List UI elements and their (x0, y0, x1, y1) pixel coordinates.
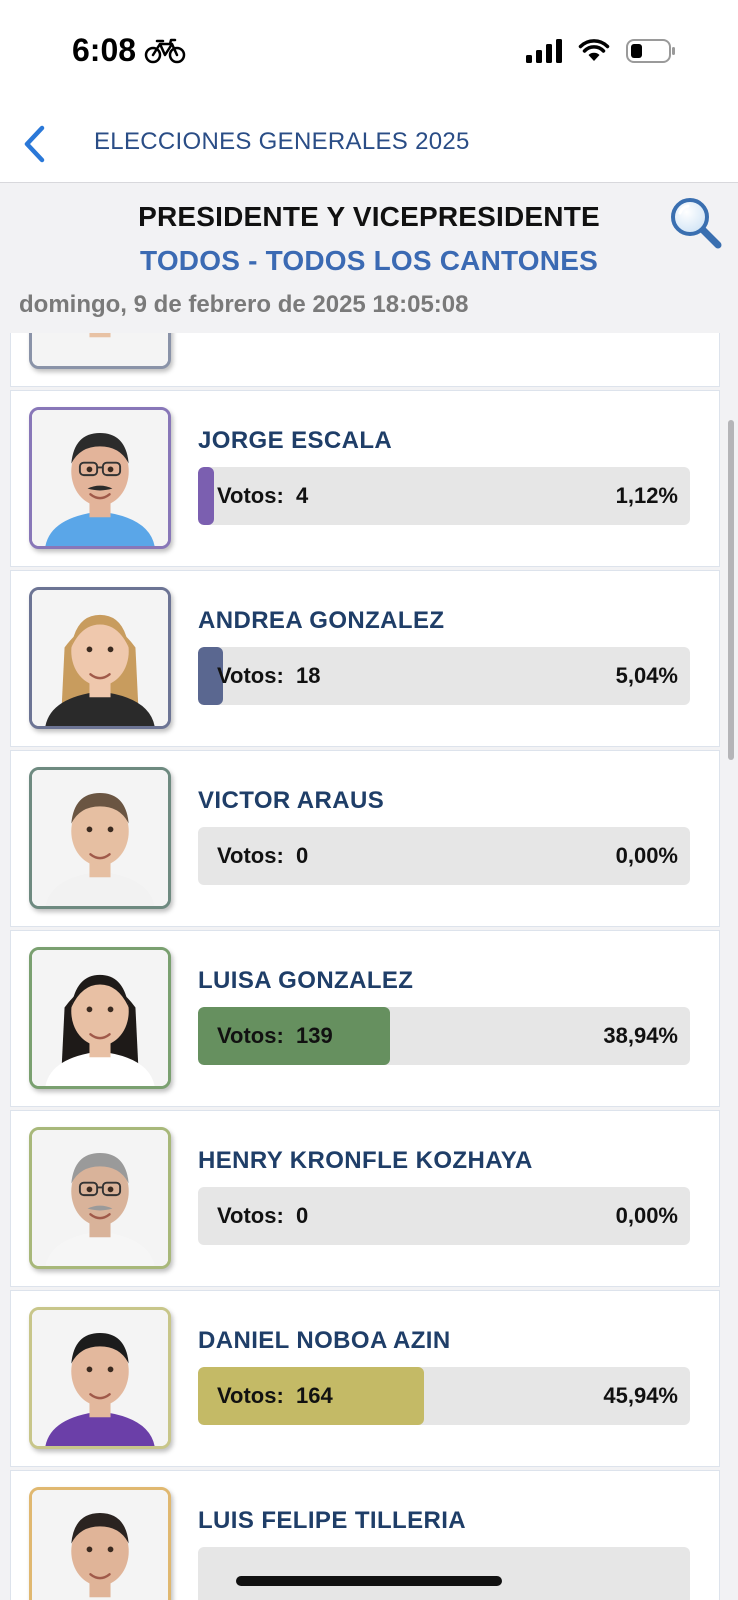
wifi-icon (578, 39, 610, 61)
home-indicator[interactable] (236, 1576, 502, 1586)
battery-icon (626, 39, 675, 63)
vote-bar (198, 1547, 690, 1600)
search-icon (671, 198, 722, 249)
votes-label: Votos: (217, 1023, 284, 1048)
vote-bar: Votos: 18 5,04% (198, 647, 690, 705)
candidate-name: LUISA GONZALEZ (198, 967, 414, 994)
vote-bar: Votos: 139 38,94% (198, 1007, 690, 1065)
cellular-signal-icon (526, 39, 562, 63)
candidate-name: LUIS FELIPE TILLERIA (198, 1507, 467, 1534)
vote-percentage: 38,94% (603, 1023, 678, 1048)
votes-label: Votos: (217, 663, 284, 688)
candidate-card[interactable] (10, 333, 720, 387)
candidate-photo (32, 950, 168, 1086)
vote-bar: Votos: 4 1,12% (198, 467, 690, 525)
candidate-card[interactable]: DANIEL NOBOA AZIN Votos: 164 45,94% (10, 1290, 720, 1467)
update-timestamp: domingo, 9 de febrero de 2025 18:05:08 (19, 291, 469, 318)
candidate-name: HENRY KRONFLE KOZHAYA (198, 1147, 533, 1174)
nav-title: ELECCIONES GENERALES 2025 (94, 128, 470, 155)
votes-label: Votos: (217, 1203, 284, 1228)
candidate-name: DANIEL NOBOA AZIN (198, 1327, 451, 1354)
candidate-name: VICTOR ARAUS (198, 787, 385, 814)
status-time-wrap: 6:08 (72, 32, 186, 69)
votes-value: 164 (296, 1383, 333, 1408)
candidate-photo (32, 590, 168, 726)
page-subtitle: TODOS - TODOS LOS CANTONES (140, 245, 598, 276)
scrollbar[interactable] (728, 420, 734, 760)
candidate-photo-frame (29, 947, 171, 1089)
candidate-photo (32, 1490, 168, 1600)
candidate-photo (32, 1130, 168, 1266)
candidate-photo-frame (29, 1487, 171, 1600)
votes-value: 0 (296, 1203, 309, 1228)
results-header: PRESIDENTE Y VICEPRESIDENTE TODOS - TODO… (0, 183, 738, 333)
candidate-photo (32, 770, 168, 906)
vote-bar: Votos: 0 0,00% (198, 827, 690, 885)
candidate-photo-frame (29, 407, 171, 549)
candidate-photo-frame (29, 1307, 171, 1449)
vote-percentage: 45,94% (603, 1383, 678, 1408)
search-button[interactable] (668, 195, 724, 251)
candidate-card[interactable]: ANDREA GONZALEZ Votos: 18 5,04% (10, 570, 720, 747)
votes-value: 0 (296, 843, 309, 868)
vote-percentage: 5,04% (615, 663, 678, 688)
vote-percentage: 0,00% (615, 843, 678, 868)
candidate-list[interactable]: JORGE ESCALA Votos: 4 1,12% ANDREA GONZALEZ V… (10, 333, 722, 1600)
status-bar: 6:08 (0, 0, 738, 108)
candidate-name: ANDREA GONZALEZ (198, 607, 445, 634)
candidate-photo (32, 410, 168, 546)
chevron-left-icon (24, 125, 45, 163)
votes-value: 4 (296, 483, 309, 508)
status-indicators (526, 38, 676, 64)
vote-bar: Votos: 0 0,00% (198, 1187, 690, 1245)
bicycle-icon (144, 38, 186, 63)
candidate-card[interactable]: VICTOR ARAUS Votos: 0 0,00% (10, 750, 720, 927)
vote-bar-fill (198, 467, 214, 525)
candidate-card[interactable]: LUISA GONZALEZ Votos: 139 38,94% (10, 930, 720, 1107)
candidate-photo (32, 333, 168, 366)
candidate-card[interactable]: JORGE ESCALA Votos: 4 1,12% (10, 390, 720, 567)
candidate-card[interactable]: HENRY KRONFLE KOZHAYA Votos: 0 0,00% (10, 1110, 720, 1287)
votes-value: 139 (296, 1023, 333, 1048)
votes-label: Votos: (217, 1383, 284, 1408)
votes-label: Votos: (217, 483, 284, 508)
votes-value: 18 (296, 663, 321, 688)
vote-percentage: 0,00% (615, 1203, 678, 1228)
candidate-photo (32, 1310, 168, 1446)
votes-label: Votos: (217, 843, 284, 868)
candidate-photo-frame (29, 1127, 171, 1269)
back-button[interactable] (14, 122, 54, 166)
nav-bar: ELECCIONES GENERALES 2025 (0, 108, 738, 183)
vote-bar: Votos: 164 45,94% (198, 1367, 690, 1425)
candidate-name: JORGE ESCALA (198, 427, 393, 454)
vote-percentage: 1,12% (615, 483, 678, 508)
candidate-photo-frame (29, 767, 171, 909)
candidate-photo-frame (29, 587, 171, 729)
status-time: 6:08 (72, 32, 137, 68)
candidate-photo-frame (29, 333, 171, 369)
page-title: PRESIDENTE Y VICEPRESIDENTE (138, 201, 600, 232)
